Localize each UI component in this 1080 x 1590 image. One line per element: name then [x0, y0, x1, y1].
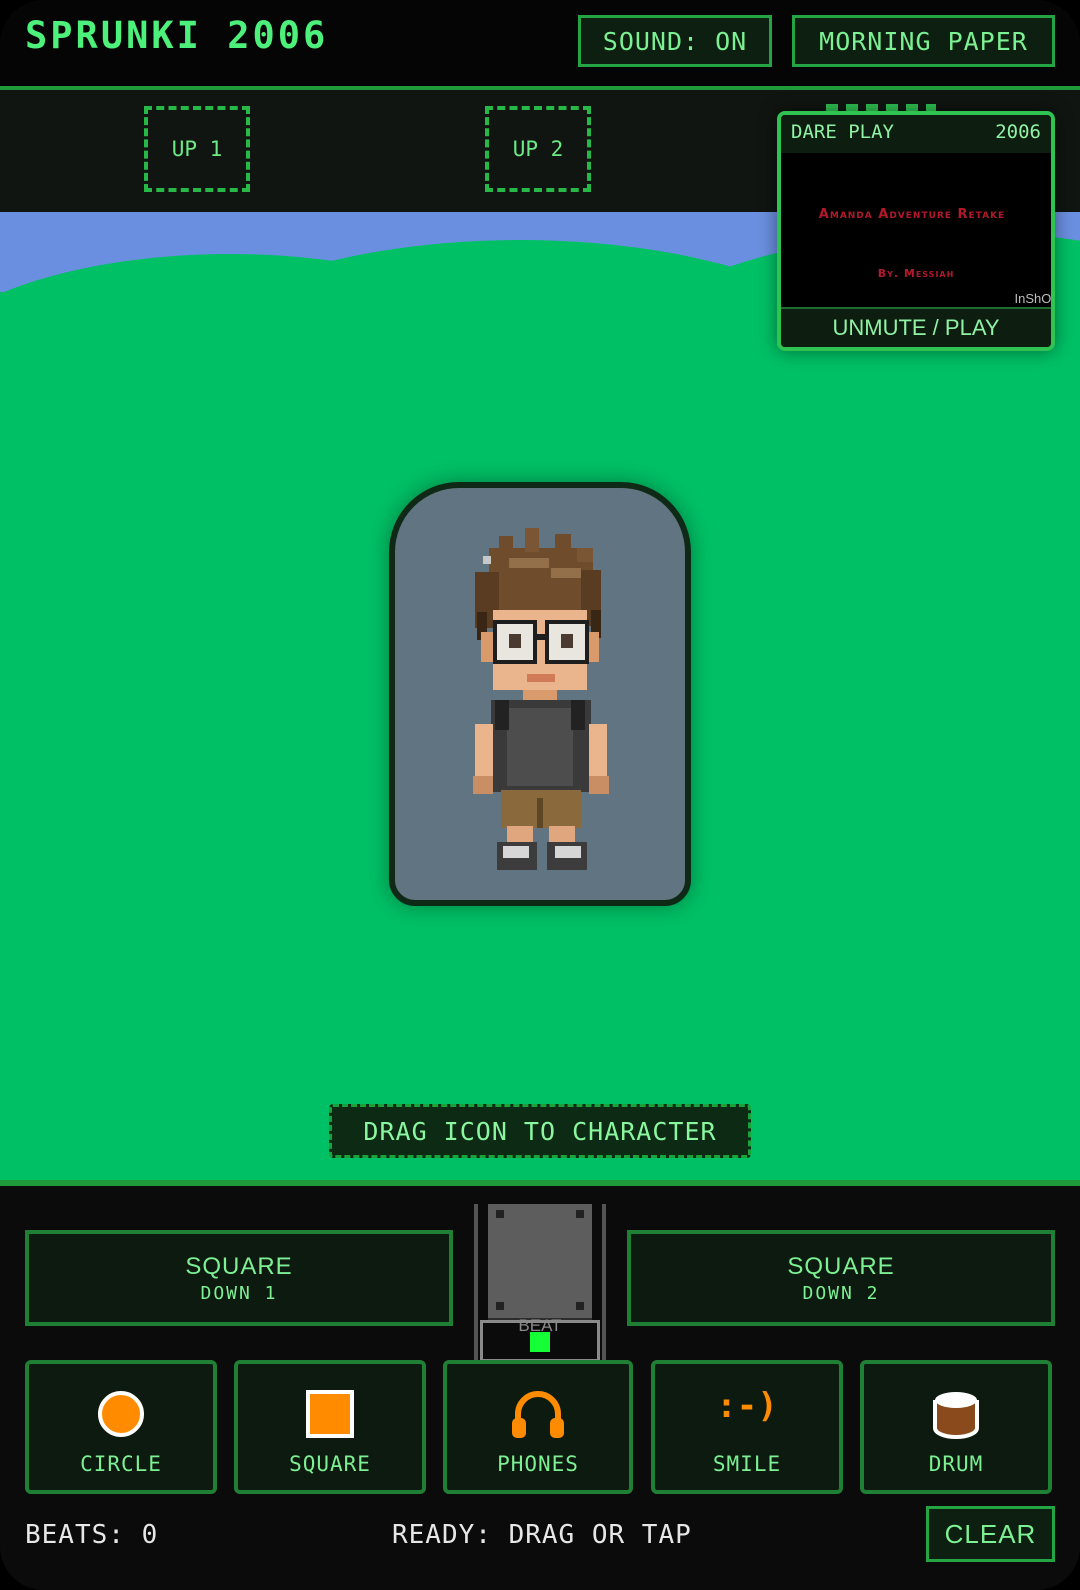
up-slot-2[interactable]: UP 2 [485, 106, 591, 192]
unmute-play-button[interactable]: UNMUTE / PLAY [781, 307, 1051, 347]
video-source-label: DARE PLAY [791, 121, 894, 143]
down-slot-label: SQUARE [787, 1252, 895, 1280]
tool-label: PHONES [497, 1452, 579, 1476]
pixel-character-sprite [473, 528, 609, 870]
bolt-icon [576, 1210, 584, 1218]
stage-area: DRAG ICON TO CHARACTER [0, 212, 1080, 1180]
down-slot-1[interactable]: SQUARE DOWN 1 [25, 1230, 453, 1326]
beat-pad-surface [488, 1204, 592, 1320]
morning-paper-button[interactable]: MORNING PAPER [792, 15, 1055, 67]
tool-smile-button[interactable]: :-) SMILE [651, 1360, 843, 1494]
down-slot-label: SQUARE [185, 1252, 293, 1280]
drum-icon [933, 1392, 979, 1439]
tool-label: SMILE [712, 1452, 782, 1476]
square-icon [306, 1390, 354, 1438]
bolt-icon [496, 1210, 504, 1218]
tool-drum-button[interactable]: DRUM [860, 1360, 1052, 1494]
tool-label: DRUM [928, 1452, 984, 1476]
tool-circle-button[interactable]: CIRCLE [25, 1360, 217, 1494]
video-title-text: Amanda Adventure Retake [818, 207, 1006, 222]
down-slot-sub: DOWN 1 [200, 1282, 278, 1304]
status-text: READY: DRAG OR TAP [392, 1520, 692, 1550]
bolt-icon [496, 1302, 504, 1310]
drag-hint-label: DRAG ICON TO CHARACTER [329, 1104, 751, 1158]
down-slot-2[interactable]: SQUARE DOWN 2 [627, 1230, 1055, 1326]
app-title: SPRUNKI 2006 [25, 14, 329, 57]
character-drop-target[interactable] [389, 482, 691, 906]
tool-square-button[interactable]: SQUARE [234, 1360, 426, 1494]
sound-toggle-button[interactable]: SOUND: ON [578, 15, 772, 67]
video-header: DARE PLAY 2006 [781, 115, 1051, 153]
down-slot-sub: DOWN 2 [802, 1282, 880, 1304]
app-window: SPRUNKI 2006 SOUND: ON MORNING PAPER UP … [0, 0, 1080, 1590]
tool-label: SQUARE [289, 1452, 371, 1476]
control-panel: SQUARE DOWN 1 SQUARE DOWN 2 BEAT CIRCLE [0, 1180, 1080, 1590]
tool-label: CIRCLE [80, 1452, 162, 1476]
beat-pad[interactable]: BEAT [474, 1204, 606, 1364]
tool-phones-button[interactable]: PHONES [443, 1360, 633, 1494]
video-watermark: InShOt [1014, 291, 1055, 306]
video-year-label: 2006 [995, 121, 1041, 143]
beat-indicator-light [530, 1332, 550, 1352]
video-widget[interactable]: DARE PLAY 2006 Amanda Adventure Retake B… [777, 111, 1055, 351]
header-bar: SPRUNKI 2006 SOUND: ON MORNING PAPER [0, 0, 1080, 90]
beats-counter: BEATS: 0 [25, 1520, 159, 1550]
bolt-icon [576, 1302, 584, 1310]
video-byline-text: By. Messiah [877, 267, 955, 280]
clear-button[interactable]: CLEAR [926, 1506, 1055, 1562]
smile-icon: :-) [716, 1386, 778, 1426]
up-slot-1[interactable]: UP 1 [144, 106, 250, 192]
headphones-icon [512, 1391, 564, 1438]
circle-icon [98, 1391, 144, 1437]
